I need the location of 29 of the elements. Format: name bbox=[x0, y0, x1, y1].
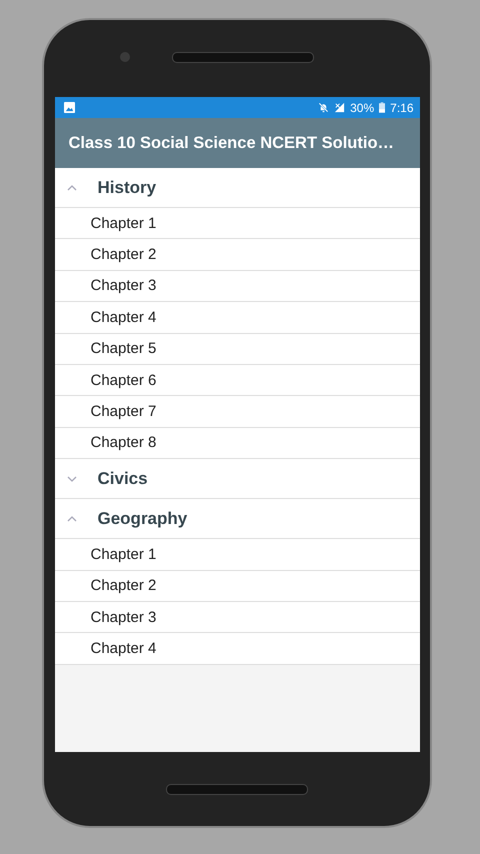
signal-icon bbox=[334, 102, 346, 113]
chapter-item[interactable]: Chapter 8 bbox=[54, 428, 420, 460]
chapter-item[interactable]: Chapter 3 bbox=[54, 270, 420, 302]
chapter-item[interactable]: Chapter 4 bbox=[54, 302, 420, 334]
chapter-item[interactable]: Chapter 1 bbox=[54, 539, 420, 571]
section-header[interactable]: Geography bbox=[54, 499, 420, 540]
section-header[interactable]: Civics bbox=[54, 459, 420, 500]
section-title: Geography bbox=[98, 508, 188, 529]
chapter-item[interactable]: Chapter 1 bbox=[54, 208, 420, 240]
chapter-item[interactable]: Chapter 3 bbox=[54, 602, 420, 634]
chevron-icon bbox=[66, 474, 78, 483]
chevron-icon bbox=[66, 184, 78, 192]
image-icon bbox=[64, 102, 74, 113]
chapter-item[interactable]: Chapter 4 bbox=[54, 633, 420, 665]
battery-percent: 30% bbox=[350, 100, 374, 114]
clock-time: 7:16 bbox=[390, 100, 414, 114]
battery-icon bbox=[379, 102, 386, 113]
chapter-item[interactable]: Chapter 2 bbox=[54, 570, 420, 602]
chevron-icon bbox=[66, 514, 78, 523]
section-title: History bbox=[98, 178, 156, 198]
section-title: Civics bbox=[98, 468, 148, 489]
chapter-item[interactable]: Chapter 5 bbox=[54, 334, 420, 365]
camera-icon bbox=[120, 52, 130, 62]
chapter-item[interactable]: Chapter 6 bbox=[54, 364, 420, 396]
chapter-item[interactable]: Chapter 2 bbox=[54, 239, 420, 271]
chapter-item[interactable]: Chapter 7 bbox=[54, 396, 420, 428]
section-header[interactable]: History bbox=[54, 168, 420, 208]
app-title: Class 10 Social Science NCERT Solutio… bbox=[68, 134, 394, 152]
muted-bell-icon bbox=[318, 102, 330, 113]
